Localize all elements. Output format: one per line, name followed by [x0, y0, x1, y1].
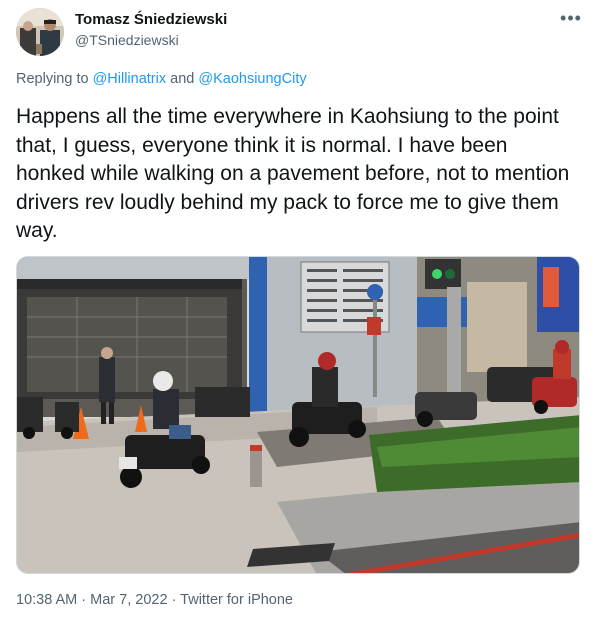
replying-to: Replying to @Hillinatrix and @KaohsiungC… [16, 71, 307, 87]
tweet-time[interactable]: 10:38 AM [16, 592, 77, 608]
author-handle[interactable]: @TSniedziewski [75, 32, 179, 48]
replying-to-prefix: Replying to [16, 71, 93, 87]
tweet: Tomasz Śniedziewski @TSniedziewski ••• R… [0, 0, 596, 622]
tweet-date[interactable]: Mar 7, 2022 [90, 592, 167, 608]
more-options-icon[interactable]: ••• [558, 8, 584, 28]
meta-separator: · [77, 592, 91, 608]
author-display-name[interactable]: Tomasz Śniedziewski [75, 11, 227, 28]
mention-hillinatrix[interactable]: @Hillinatrix [93, 71, 167, 87]
tweet-source: Twitter for iPhone [180, 592, 293, 608]
mention-kaohsiungcity[interactable]: @KaohsiungCity [198, 71, 306, 87]
tweet-text: Happens all the time everywhere in Kaohs… [16, 105, 570, 242]
avatar-photo [16, 8, 64, 56]
video-frame-street-scene [17, 257, 579, 573]
tweet-metadata: 10:38 AM · Mar 7, 2022 · Twitter for iPh… [16, 592, 293, 608]
replying-to-joiner: and [166, 71, 199, 87]
tweet-media-video[interactable] [16, 256, 580, 574]
meta-separator: · [167, 592, 181, 608]
avatar[interactable] [16, 8, 64, 56]
